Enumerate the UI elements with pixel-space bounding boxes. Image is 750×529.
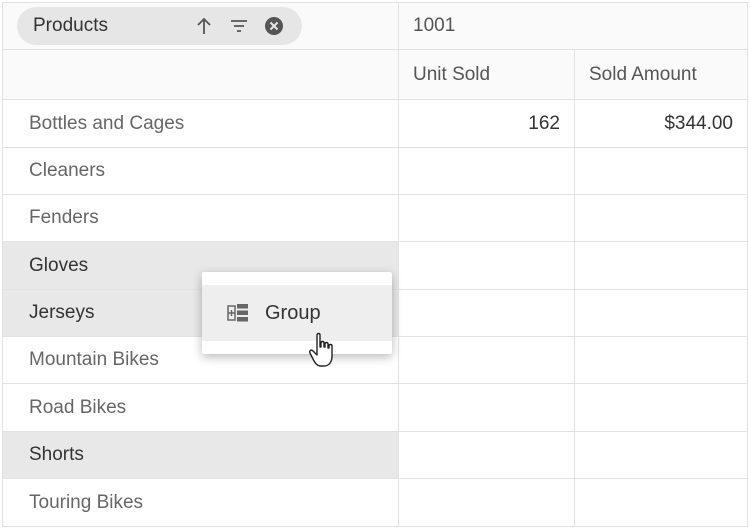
value-cell[interactable] (399, 195, 575, 241)
column-group-header[interactable]: 1001 (399, 3, 747, 49)
row-header-cell[interactable]: Touring Bikes (3, 479, 399, 526)
value-cell[interactable] (575, 337, 747, 383)
value-cell[interactable] (399, 290, 575, 336)
table-row[interactable]: Cleaners (3, 148, 747, 195)
table-row-selected[interactable]: Shorts (3, 432, 747, 479)
context-menu-item-label: Group (265, 301, 321, 324)
row-header-cell[interactable]: Cleaners (3, 148, 399, 194)
value-cell[interactable] (575, 148, 747, 194)
value-cell[interactable] (399, 479, 575, 526)
context-menu-item-group[interactable]: Group (202, 285, 392, 341)
row-header-cell[interactable]: Shorts (3, 432, 399, 478)
column-header-label: Sold Amount (589, 63, 697, 85)
value-cell[interactable] (399, 432, 575, 478)
value-cell[interactable] (399, 148, 575, 194)
table-row[interactable]: Touring Bikes (3, 479, 747, 526)
column-header-unit-sold[interactable]: Unit Sold (399, 50, 575, 99)
field-chip-products[interactable]: Products (17, 7, 302, 45)
value-cell[interactable] (575, 479, 747, 526)
pivot-grid: 1001 Unit Sold Sold Amount Bottles and C… (2, 2, 748, 527)
value-cell[interactable] (575, 242, 747, 289)
table-row[interactable]: Bottles and Cages 162 $344.00 (3, 100, 747, 148)
row-header-cell[interactable]: Bottles and Cages (3, 100, 399, 147)
group-icon (227, 303, 249, 323)
remove-icon[interactable] (264, 16, 284, 36)
table-row[interactable]: Road Bikes (3, 384, 747, 432)
sort-ascending-icon[interactable] (194, 16, 214, 36)
row-header-cell[interactable]: Fenders (3, 195, 399, 241)
filter-icon[interactable] (229, 16, 249, 36)
column-group-label: 1001 (413, 15, 456, 36)
context-menu: Group (202, 272, 392, 354)
table-row[interactable]: Fenders (3, 195, 747, 242)
value-cell[interactable] (399, 242, 575, 289)
value-cell[interactable] (575, 432, 747, 478)
row-header-cell[interactable]: Road Bikes (3, 384, 399, 431)
value-cell[interactable] (399, 337, 575, 383)
field-chip-label: Products (33, 15, 108, 36)
value-cell[interactable]: $344.00 (575, 100, 747, 147)
column-header-sold-amount[interactable]: Sold Amount (575, 50, 747, 99)
value-cell[interactable] (575, 290, 747, 336)
hand-cursor-icon (308, 332, 338, 370)
row-header-area-2 (3, 50, 399, 99)
header-row-measures: Unit Sold Sold Amount (3, 50, 747, 100)
value-cell[interactable]: 162 (399, 100, 575, 147)
value-cell[interactable] (575, 384, 747, 431)
value-cell[interactable] (575, 195, 747, 241)
value-cell[interactable] (399, 384, 575, 431)
column-header-label: Unit Sold (413, 63, 491, 85)
